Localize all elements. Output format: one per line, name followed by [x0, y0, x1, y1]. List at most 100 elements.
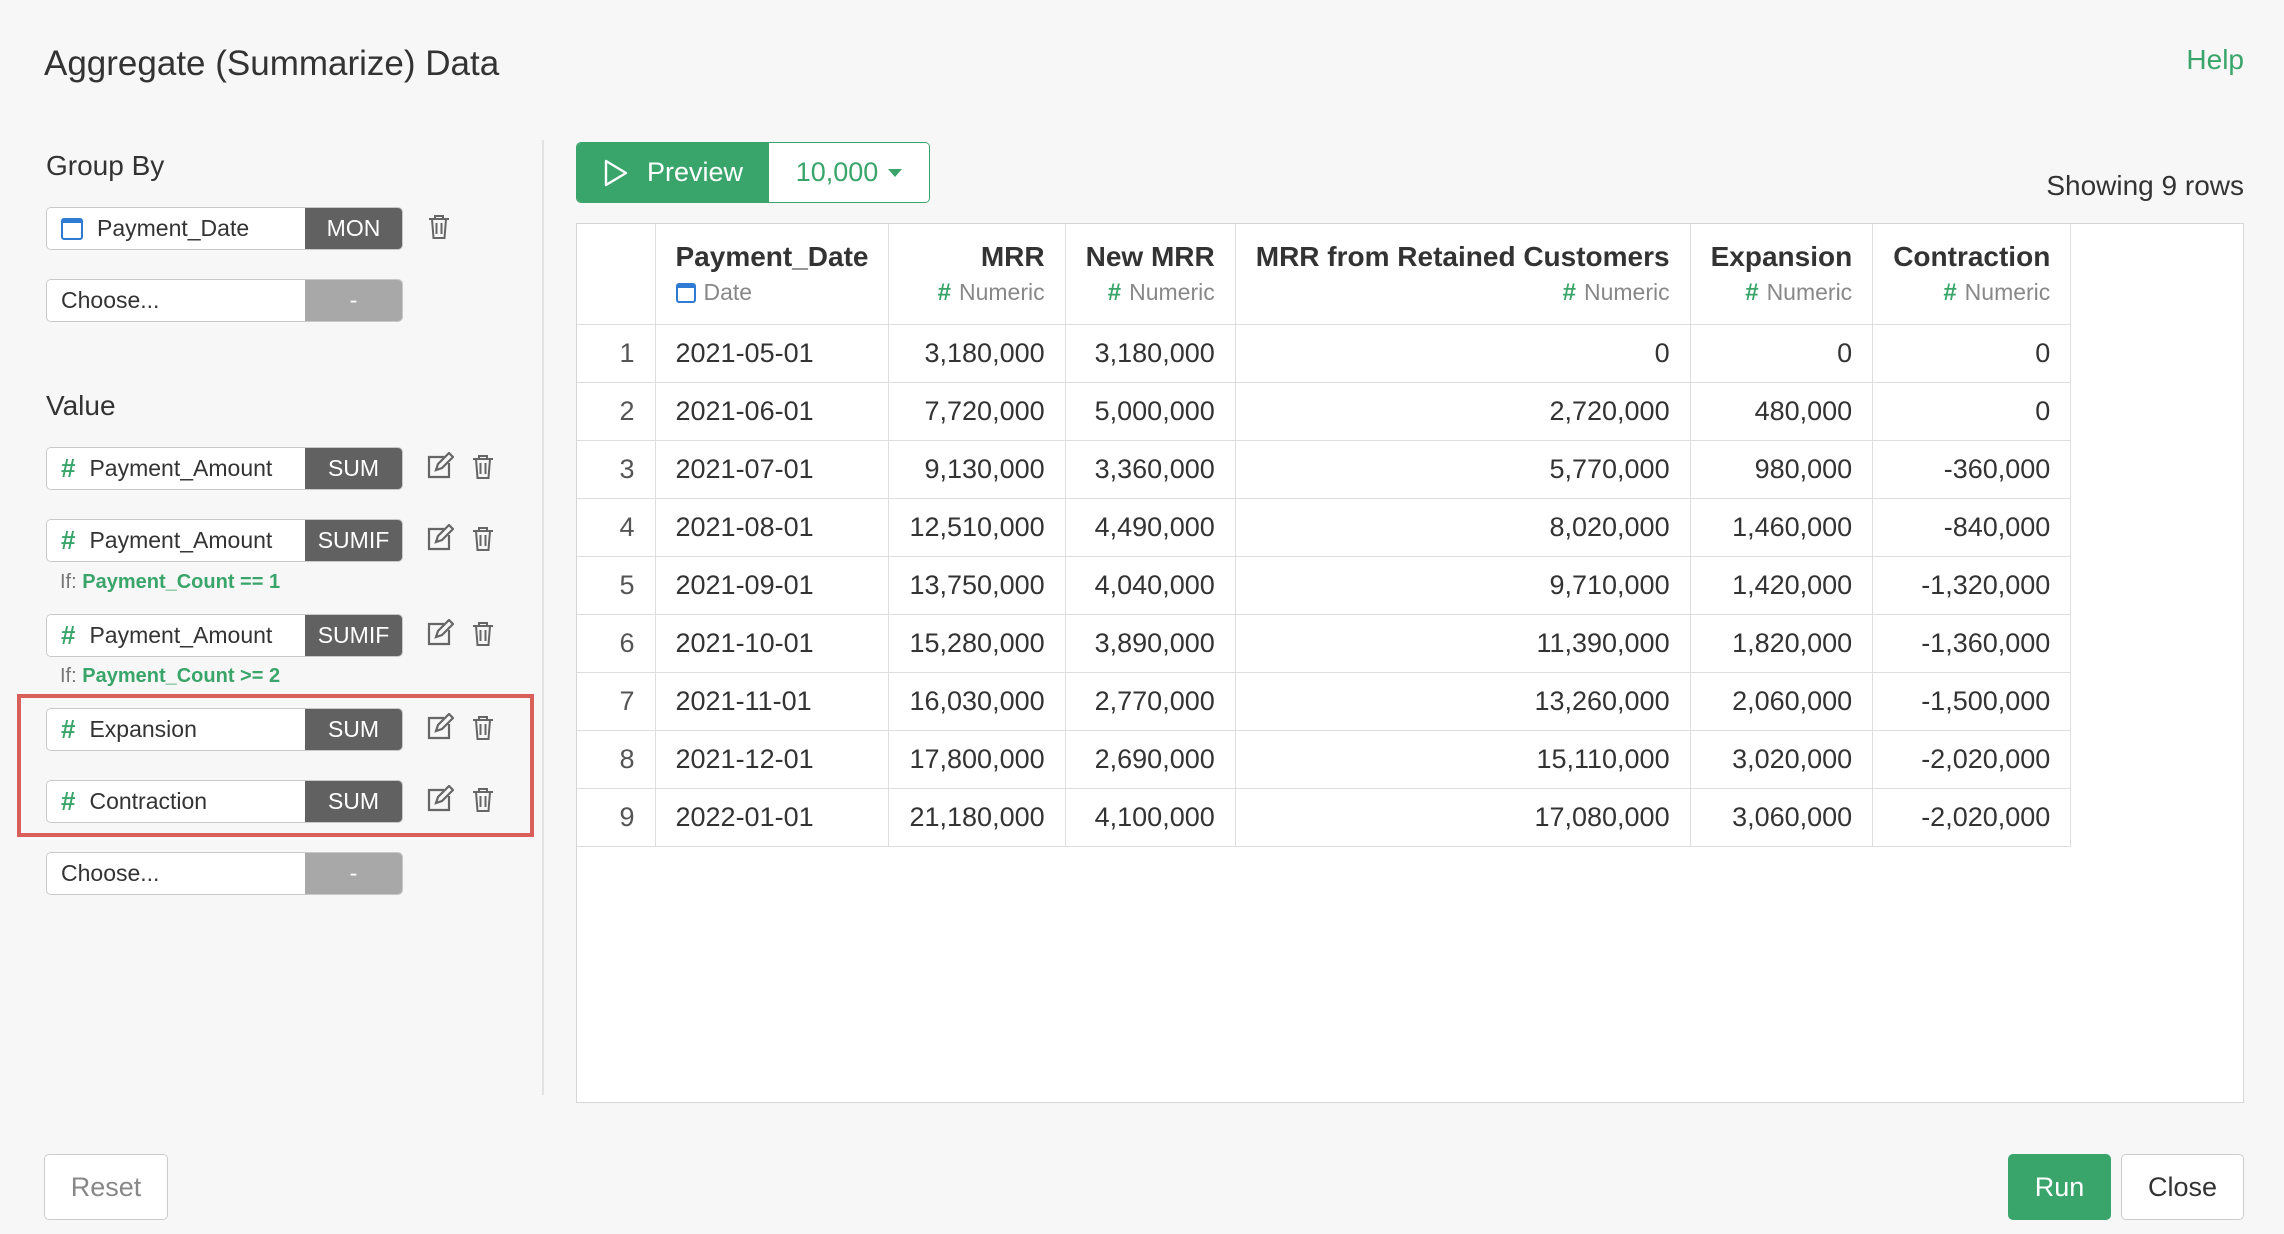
table-cell: 3,360,000 [1065, 440, 1236, 499]
row-count: Showing 9 rows [2046, 170, 2244, 201]
run-button[interactable]: Run [2008, 1154, 2111, 1220]
hash-icon: # [61, 714, 76, 744]
value-condition: If: Payment_Count >= 2 [60, 665, 280, 688]
table-row: 9 2022-01-01 21,180,000 4,100,000 17,080,000… [577, 788, 2072, 847]
row-index: 8 [577, 730, 656, 789]
column-header[interactable]: Expansion # Numeric [1690, 224, 1874, 325]
value-condition: If: Payment_Count == 1 [60, 571, 280, 594]
help-link[interactable]: Help [2186, 44, 2244, 76]
field-name: Contraction [89, 788, 208, 814]
edit-value-button[interactable] [422, 522, 456, 556]
value-choose[interactable]: Choose... - [46, 852, 403, 895]
table-cell: 21,180,000 [888, 788, 1066, 847]
table-row: 4 2021-08-01 12,510,000 4,490,000 8,020,000 1… [577, 498, 2072, 557]
table-row: 5 2021-09-01 13,750,000 4,040,000 9,710,000 1… [577, 556, 2072, 615]
table-cell: 2,770,000 [1065, 672, 1236, 731]
field-name: Payment_Amount [89, 622, 273, 648]
edit-value-button[interactable] [422, 617, 456, 651]
value-item[interactable]: # Expansion SUM [46, 708, 403, 751]
delete-group-by-button[interactable] [422, 210, 456, 244]
condition-text: Payment_Count >= 2 [82, 665, 281, 687]
delete-value-button[interactable] [466, 711, 500, 745]
table-cell: 9,130,000 [888, 440, 1066, 499]
condition-text: Payment_Count == 1 [82, 571, 281, 593]
reset-button[interactable]: Reset [44, 1154, 168, 1220]
choose-placeholder: Choose... [47, 853, 305, 894]
edit-icon [427, 524, 454, 551]
column-name: Expansion [1710, 240, 1853, 272]
row-limit-dropdown[interactable]: 10,000 [769, 143, 929, 202]
table-cell: 4,490,000 [1065, 498, 1236, 557]
value-item[interactable]: # Contraction SUM [46, 780, 403, 823]
page-title: Aggregate (Summarize) Data [44, 44, 500, 83]
hash-icon: # [61, 786, 76, 816]
delete-value-button[interactable] [466, 522, 500, 556]
table-row: 3 2021-07-01 9,130,000 3,360,000 5,770,000 98… [577, 440, 2072, 499]
field-name: Payment_Amount [89, 455, 273, 481]
aggregation-badge[interactable]: SUM [305, 709, 402, 750]
delete-value-button[interactable] [466, 783, 500, 817]
aggregation-badge[interactable]: SUMIF [305, 615, 402, 656]
table-cell: 0 [1690, 324, 1874, 383]
table-cell: -2,020,000 [1872, 788, 2072, 847]
table-cell: 2021-08-01 [655, 498, 890, 557]
table-cell: 2021-06-01 [655, 382, 890, 441]
preview-button[interactable]: Preview [577, 143, 769, 202]
hash-icon: # [61, 525, 76, 555]
column-header[interactable]: New MRR # Numeric [1065, 224, 1236, 325]
hash-icon: # [61, 453, 76, 483]
table-cell: 15,280,000 [888, 614, 1066, 673]
table-row: 2 2021-06-01 7,720,000 5,000,000 2,720,000 48… [577, 382, 2072, 441]
column-type: Numeric [959, 279, 1045, 306]
edit-value-button[interactable] [422, 711, 456, 745]
delete-value-button[interactable] [466, 617, 500, 651]
column-name: MRR [980, 240, 1045, 272]
column-name: New MRR [1085, 240, 1215, 272]
row-index: 6 [577, 614, 656, 673]
close-button[interactable]: Close [2121, 1154, 2244, 1220]
table-row: 8 2021-12-01 17,800,000 2,690,000 15,110,000… [577, 730, 2072, 789]
table-cell: 5,000,000 [1065, 382, 1236, 441]
trash-icon [473, 622, 493, 646]
aggregation-badge[interactable]: SUM [305, 448, 402, 489]
table-cell: 4,040,000 [1065, 556, 1236, 615]
group-by-label: Group By [46, 150, 165, 181]
hash-icon: # [1745, 278, 1759, 306]
table-row: 7 2021-11-01 16,030,000 2,770,000 13,260,000… [577, 672, 2072, 731]
table-cell: 13,260,000 [1235, 672, 1691, 731]
table-cell: 980,000 [1690, 440, 1874, 499]
aggregation-badge[interactable]: SUMIF [305, 520, 402, 561]
table-cell: 0 [1235, 324, 1691, 383]
field-name: Payment_Amount [89, 527, 273, 553]
column-type: Numeric [1583, 279, 1670, 306]
aggregation-badge[interactable]: MON [305, 208, 402, 249]
table-cell: 2,720,000 [1235, 382, 1691, 441]
table-cell: 17,080,000 [1235, 788, 1691, 847]
table-cell: 480,000 [1690, 382, 1874, 441]
row-index: 2 [577, 382, 656, 441]
column-header[interactable]: Payment_Date Date [655, 224, 890, 325]
column-header[interactable]: Contraction # Numeric [1872, 224, 2072, 325]
aggregation-badge[interactable]: SUM [305, 781, 402, 822]
edit-value-button[interactable] [422, 783, 456, 817]
group-by-choose[interactable]: Choose... - [46, 279, 403, 322]
table-cell: 3,020,000 [1690, 730, 1874, 789]
edit-icon [427, 785, 454, 812]
edit-value-button[interactable] [422, 450, 456, 484]
group-by-item-payment-date[interactable]: Payment_Date MON [46, 207, 403, 250]
value-item[interactable]: # Payment_Amount SUMIF [46, 614, 403, 657]
column-header[interactable]: MRR from Retained Customers # Numeric [1235, 224, 1691, 325]
table-cell: 3,060,000 [1690, 788, 1874, 847]
column-type: Numeric [1964, 279, 2051, 306]
trash-icon [473, 455, 493, 479]
value-item[interactable]: # Payment_Amount SUM [46, 447, 403, 490]
table-cell: 17,800,000 [888, 730, 1066, 789]
value-item[interactable]: # Payment_Amount SUMIF [46, 519, 403, 562]
column-name: Contraction [1893, 240, 2051, 272]
column-header[interactable]: MRR # Numeric [888, 224, 1066, 325]
table-cell: -360,000 [1872, 440, 2072, 499]
table-cell: 1,420,000 [1690, 556, 1874, 615]
field-name: Expansion [89, 716, 197, 742]
row-index: 7 [577, 672, 656, 731]
delete-value-button[interactable] [466, 450, 500, 484]
